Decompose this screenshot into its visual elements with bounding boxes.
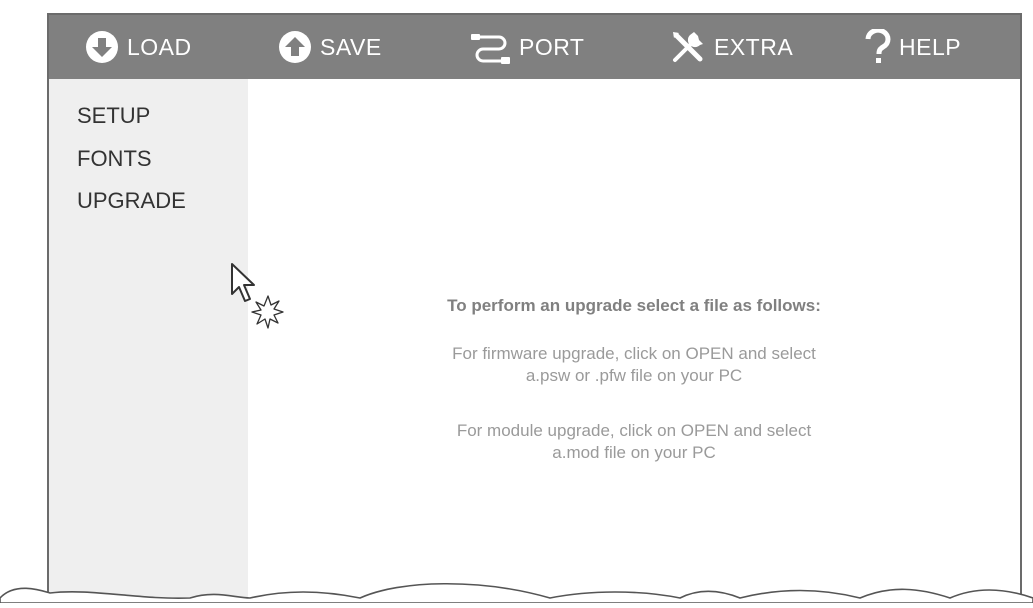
port-label: PORT	[519, 33, 585, 60]
help-button[interactable]: HELP	[865, 15, 961, 79]
extra-button[interactable]: EXTRA	[670, 15, 793, 79]
save-button[interactable]: SAVE	[278, 15, 382, 79]
module-line-1: For module upgrade, click on OPEN and se…	[456, 421, 812, 440]
sidebar-item-fonts[interactable]: FONTS	[77, 146, 152, 172]
toolbar: LOAD SAVE PORT EXTRA HELP	[49, 15, 1020, 79]
extra-label: EXTRA	[714, 33, 794, 60]
load-label: LOAD	[127, 33, 192, 60]
load-button[interactable]: LOAD	[85, 15, 192, 79]
firmware-instructions: For firmware upgrade, click on OPEN and …	[248, 343, 1020, 387]
module-line-2: a.mod file on your PC	[552, 443, 716, 462]
question-mark-icon	[865, 29, 891, 65]
sidebar: SETUP FONTS UPGRADE	[49, 79, 284, 603]
save-label: SAVE	[320, 33, 382, 60]
help-label: HELP	[899, 33, 962, 60]
sidebar-item-setup[interactable]: SETUP	[77, 103, 150, 129]
firmware-line-2: a.psw or .pfw file on your PC	[525, 366, 743, 385]
module-instructions: For module upgrade, click on OPEN and se…	[248, 420, 1020, 464]
port-button[interactable]: PORT	[471, 15, 584, 79]
download-arrow-circle-icon	[85, 30, 119, 64]
main-content: To perform an upgrade select a file as f…	[248, 79, 1020, 603]
torn-edge-decoration	[0, 560, 1033, 608]
upload-arrow-circle-icon	[278, 30, 312, 64]
cable-icon	[471, 29, 511, 65]
tools-icon	[670, 29, 706, 65]
upgrade-instructions-title: To perform an upgrade select a file as f…	[447, 296, 821, 315]
sidebar-item-upgrade[interactable]: UPGRADE	[77, 188, 186, 214]
app-window: LOAD SAVE PORT EXTRA HELP SETUP FONTS UP…	[47, 13, 1022, 603]
firmware-line-1: For firmware upgrade, click on OPEN and …	[452, 344, 816, 363]
